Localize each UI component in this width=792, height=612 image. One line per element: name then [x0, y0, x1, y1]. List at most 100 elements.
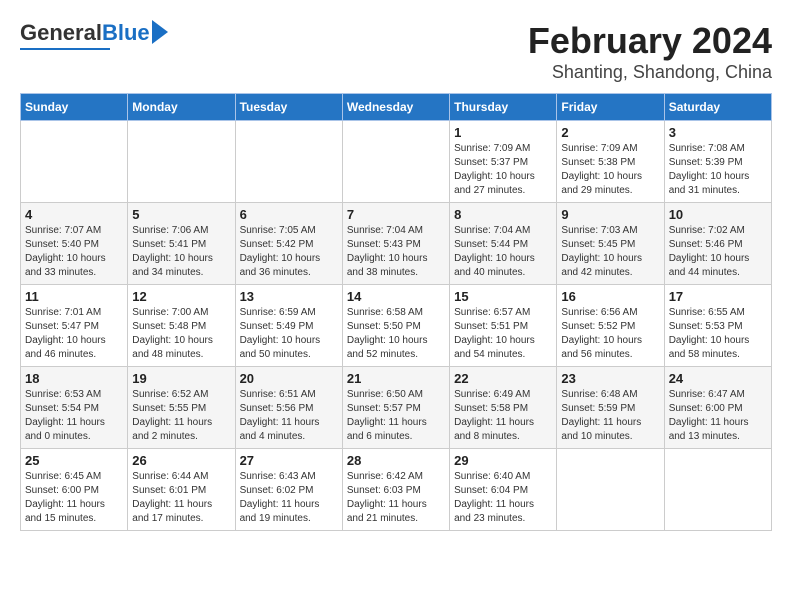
day-number: 23: [561, 371, 659, 386]
calendar-cell: 12Sunrise: 7:00 AM Sunset: 5:48 PM Dayli…: [128, 285, 235, 367]
header-day-friday: Friday: [557, 94, 664, 121]
calendar-cell: 26Sunrise: 6:44 AM Sunset: 6:01 PM Dayli…: [128, 449, 235, 531]
calendar-cell: [235, 121, 342, 203]
day-number: 27: [240, 453, 338, 468]
day-info: Sunrise: 6:43 AM Sunset: 6:02 PM Dayligh…: [240, 470, 338, 526]
day-info: Sunrise: 6:55 AM Sunset: 5:53 PM Dayligh…: [669, 306, 767, 362]
calendar-cell: [128, 121, 235, 203]
calendar-week-5: 25Sunrise: 6:45 AM Sunset: 6:00 PM Dayli…: [21, 449, 772, 531]
page-header: General Blue February 2024 Shanting, Sha…: [20, 20, 772, 83]
calendar-week-3: 11 Sunrise: 7:01 AM Sunset: 5:47 PM Dayli…: [21, 285, 772, 367]
calendar-cell: 14 Sunrise: 6:58 AM Sunset: 5:50 PM Dayli…: [342, 285, 449, 367]
day-number: 20: [240, 371, 338, 386]
day-number: 28: [347, 453, 445, 468]
calendar-cell: 15 Sunrise: 6:57 AM Sunset: 5:51 PM Dayli…: [450, 285, 557, 367]
calendar-cell: 17 Sunrise: 6:55 AM Sunset: 5:53 PM Dayli…: [664, 285, 771, 367]
calendar-cell: [342, 121, 449, 203]
day-number: 13: [240, 289, 338, 304]
logo-blue-text: Blue: [102, 20, 150, 46]
day-info: Sunrise: 6:49 AM Sunset: 5:58 PM Dayligh…: [454, 388, 552, 444]
day-info: Sunrise: 7:03 AM Sunset: 5:45 PM Dayligh…: [561, 224, 659, 280]
day-number: 6: [240, 207, 338, 222]
calendar-cell: 6Sunrise: 7:05 AM Sunset: 5:42 PM Daylig…: [235, 203, 342, 285]
day-number: 24: [669, 371, 767, 386]
calendar-cell: 10 Sunrise: 7:02 AM Sunset: 5:46 PM Dayli…: [664, 203, 771, 285]
calendar-cell: 4Sunrise: 7:07 AM Sunset: 5:40 PM Daylig…: [21, 203, 128, 285]
day-info: Sunrise: 6:52 AM Sunset: 5:55 PM Dayligh…: [132, 388, 230, 444]
calendar-cell: 29 Sunrise: 6:40 AM Sunset: 6:04 PM Dayli…: [450, 449, 557, 531]
calendar-subtitle: Shanting, Shandong, China: [528, 62, 772, 83]
day-info: Sunrise: 6:44 AM Sunset: 6:01 PM Dayligh…: [132, 470, 230, 526]
day-number: 18: [25, 371, 123, 386]
calendar-week-2: 4Sunrise: 7:07 AM Sunset: 5:40 PM Daylig…: [21, 203, 772, 285]
day-number: 4: [25, 207, 123, 222]
day-info: Sunrise: 6:42 AM Sunset: 6:03 PM Dayligh…: [347, 470, 445, 526]
calendar-cell: 1Sunrise: 7:09 AM Sunset: 5:37 PM Daylig…: [450, 121, 557, 203]
day-info: Sunrise: 7:09 AM Sunset: 5:37 PM Dayligh…: [454, 142, 552, 198]
day-info: Sunrise: 6:53 AM Sunset: 5:54 PM Dayligh…: [25, 388, 123, 444]
day-info: Sunrise: 6:57 AM Sunset: 5:51 PM Dayligh…: [454, 306, 552, 362]
day-info: Sunrise: 6:40 AM Sunset: 6:04 PM Dayligh…: [454, 470, 552, 526]
header-day-saturday: Saturday: [664, 94, 771, 121]
day-number: 10: [669, 207, 767, 222]
header-row: SundayMondayTuesdayWednesdayThursdayFrid…: [21, 94, 772, 121]
day-number: 2: [561, 125, 659, 140]
day-info: Sunrise: 6:56 AM Sunset: 5:52 PM Dayligh…: [561, 306, 659, 362]
calendar-cell: 18 Sunrise: 6:53 AM Sunset: 5:54 PM Dayli…: [21, 367, 128, 449]
calendar-header: SundayMondayTuesdayWednesdayThursdayFrid…: [21, 94, 772, 121]
day-info: Sunrise: 7:02 AM Sunset: 5:46 PM Dayligh…: [669, 224, 767, 280]
logo-arrow-icon: [152, 20, 168, 44]
header-day-monday: Monday: [128, 94, 235, 121]
calendar-cell: 8Sunrise: 7:04 AM Sunset: 5:44 PM Daylig…: [450, 203, 557, 285]
calendar-table: SundayMondayTuesdayWednesdayThursdayFrid…: [20, 93, 772, 531]
calendar-week-4: 18 Sunrise: 6:53 AM Sunset: 5:54 PM Dayli…: [21, 367, 772, 449]
calendar-cell: 24 Sunrise: 6:47 AM Sunset: 6:00 PM Dayli…: [664, 367, 771, 449]
header-day-sunday: Sunday: [21, 94, 128, 121]
calendar-body: 1Sunrise: 7:09 AM Sunset: 5:37 PM Daylig…: [21, 121, 772, 531]
header-day-tuesday: Tuesday: [235, 94, 342, 121]
day-number: 12: [132, 289, 230, 304]
calendar-cell: [557, 449, 664, 531]
day-number: 15: [454, 289, 552, 304]
calendar-cell: 20 Sunrise: 6:51 AM Sunset: 5:56 PM Dayli…: [235, 367, 342, 449]
calendar-cell: [664, 449, 771, 531]
day-info: Sunrise: 6:50 AM Sunset: 5:57 PM Dayligh…: [347, 388, 445, 444]
calendar-cell: 25Sunrise: 6:45 AM Sunset: 6:00 PM Dayli…: [21, 449, 128, 531]
day-info: Sunrise: 6:58 AM Sunset: 5:50 PM Dayligh…: [347, 306, 445, 362]
day-info: Sunrise: 6:47 AM Sunset: 6:00 PM Dayligh…: [669, 388, 767, 444]
day-number: 5: [132, 207, 230, 222]
calendar-cell: 2 Sunrise: 7:09 AM Sunset: 5:38 PM Daylig…: [557, 121, 664, 203]
logo: General Blue: [20, 20, 168, 50]
calendar-cell: 3Sunrise: 7:08 AM Sunset: 5:39 PM Daylig…: [664, 121, 771, 203]
calendar-cell: 5Sunrise: 7:06 AM Sunset: 5:41 PM Daylig…: [128, 203, 235, 285]
logo-general-text: General: [20, 20, 102, 46]
logo-underline: [20, 48, 110, 50]
calendar-cell: 27 Sunrise: 6:43 AM Sunset: 6:02 PM Dayli…: [235, 449, 342, 531]
calendar-title: February 2024: [528, 20, 772, 62]
day-info: Sunrise: 6:59 AM Sunset: 5:49 PM Dayligh…: [240, 306, 338, 362]
day-number: 9: [561, 207, 659, 222]
day-number: 29: [454, 453, 552, 468]
day-info: Sunrise: 7:01 AM Sunset: 5:47 PM Dayligh…: [25, 306, 123, 362]
day-info: Sunrise: 7:08 AM Sunset: 5:39 PM Dayligh…: [669, 142, 767, 198]
day-info: Sunrise: 6:48 AM Sunset: 5:59 PM Dayligh…: [561, 388, 659, 444]
calendar-cell: 19 Sunrise: 6:52 AM Sunset: 5:55 PM Dayli…: [128, 367, 235, 449]
day-number: 19: [132, 371, 230, 386]
day-number: 11: [25, 289, 123, 304]
day-number: 21: [347, 371, 445, 386]
day-number: 16: [561, 289, 659, 304]
day-number: 14: [347, 289, 445, 304]
day-info: Sunrise: 7:09 AM Sunset: 5:38 PM Dayligh…: [561, 142, 659, 198]
calendar-week-1: 1Sunrise: 7:09 AM Sunset: 5:37 PM Daylig…: [21, 121, 772, 203]
header-day-thursday: Thursday: [450, 94, 557, 121]
day-number: 22: [454, 371, 552, 386]
day-info: Sunrise: 6:45 AM Sunset: 6:00 PM Dayligh…: [25, 470, 123, 526]
calendar-cell: 16 Sunrise: 6:56 AM Sunset: 5:52 PM Dayli…: [557, 285, 664, 367]
header-day-wednesday: Wednesday: [342, 94, 449, 121]
day-info: Sunrise: 6:51 AM Sunset: 5:56 PM Dayligh…: [240, 388, 338, 444]
day-info: Sunrise: 7:04 AM Sunset: 5:44 PM Dayligh…: [454, 224, 552, 280]
calendar-cell: 22 Sunrise: 6:49 AM Sunset: 5:58 PM Dayli…: [450, 367, 557, 449]
title-block: February 2024 Shanting, Shandong, China: [528, 20, 772, 83]
calendar-cell: 13 Sunrise: 6:59 AM Sunset: 5:49 PM Dayli…: [235, 285, 342, 367]
day-number: 17: [669, 289, 767, 304]
